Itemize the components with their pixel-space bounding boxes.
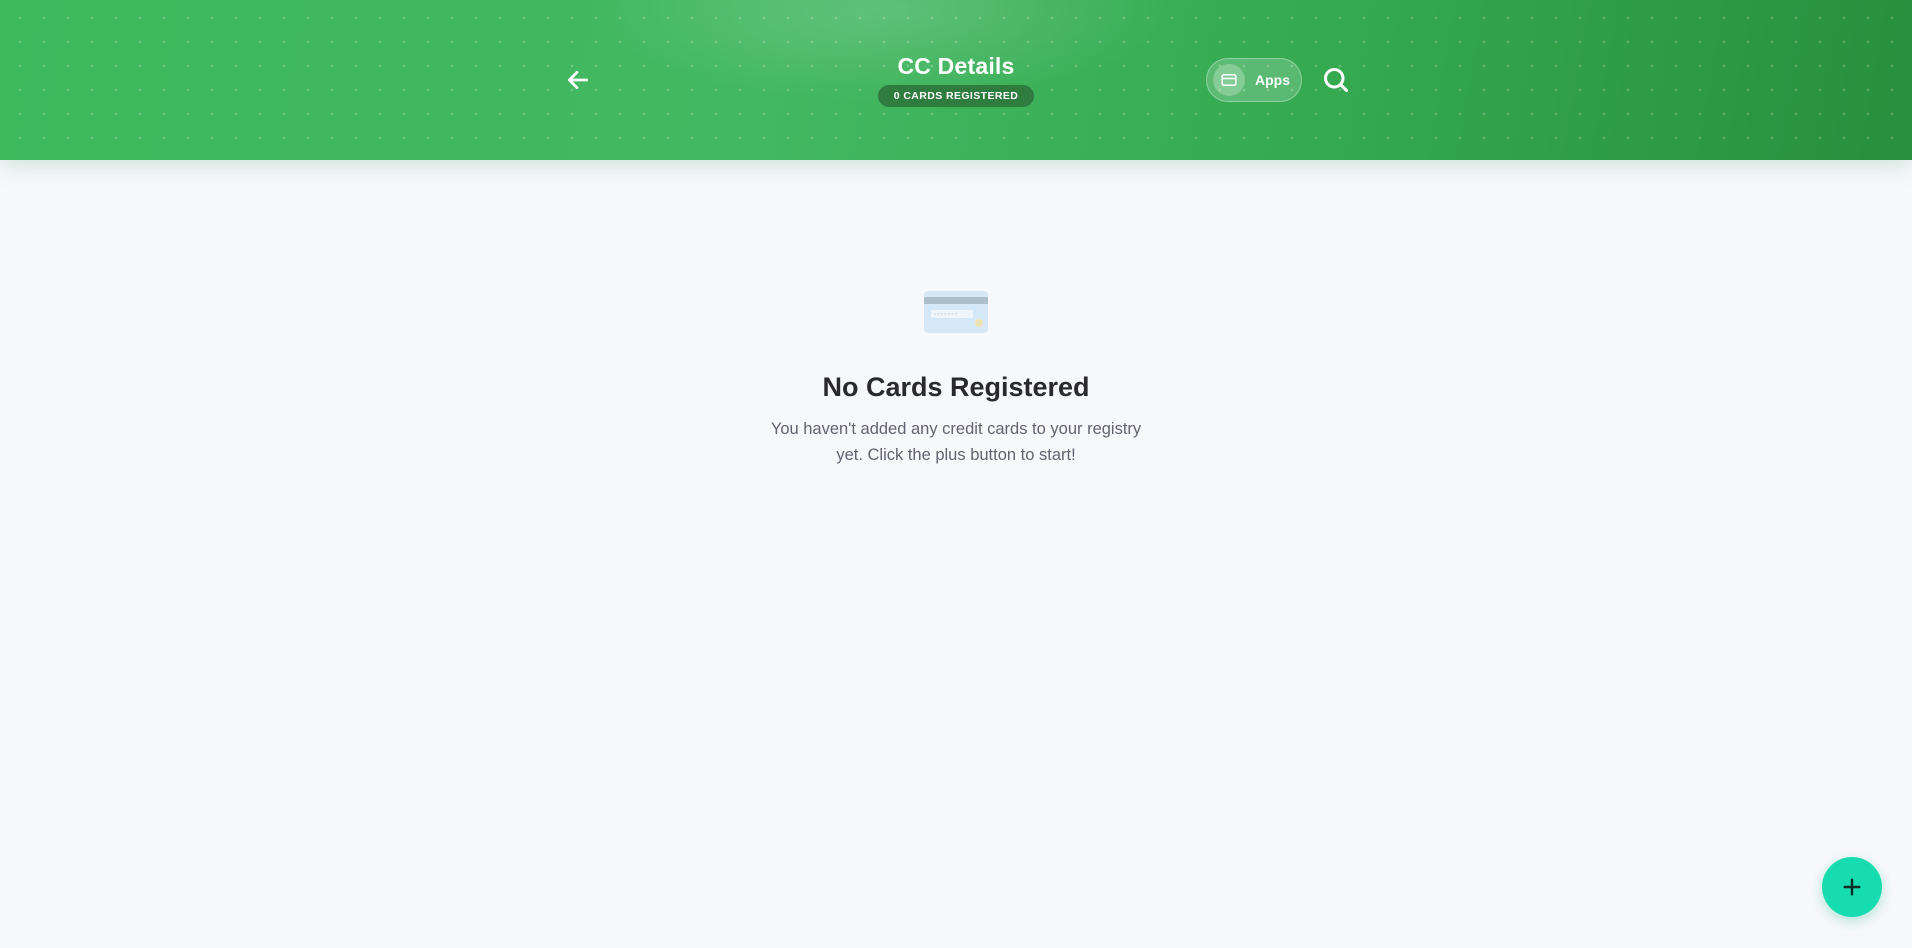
header-title-group: CC Details 0 CARDS REGISTERED <box>756 52 1156 107</box>
page-title: CC Details <box>897 53 1015 79</box>
search-button[interactable] <box>1318 62 1354 98</box>
plus-icon <box>1843 878 1861 896</box>
search-icon <box>1323 67 1349 93</box>
credit-card-illustration <box>924 291 988 333</box>
apps-label: Apps <box>1255 72 1290 88</box>
apps-button[interactable]: Apps <box>1206 58 1302 102</box>
add-card-button[interactable] <box>1822 857 1882 917</box>
credit-card-icon <box>1213 64 1245 96</box>
app-header: CC Details 0 CARDS REGISTERED Apps <box>0 0 1912 160</box>
arrow-left-icon <box>567 71 589 89</box>
page: CC Details 0 CARDS REGISTERED Apps No Ca… <box>0 0 1912 948</box>
empty-state-description: You haven't added any credit cards to yo… <box>770 420 1142 464</box>
empty-state-title: No Cards Registered <box>822 372 1090 402</box>
back-button[interactable] <box>560 62 596 98</box>
cards-count-badge: 0 CARDS REGISTERED <box>877 85 1035 107</box>
empty-state: No Cards Registered You haven't added an… <box>706 290 1206 468</box>
